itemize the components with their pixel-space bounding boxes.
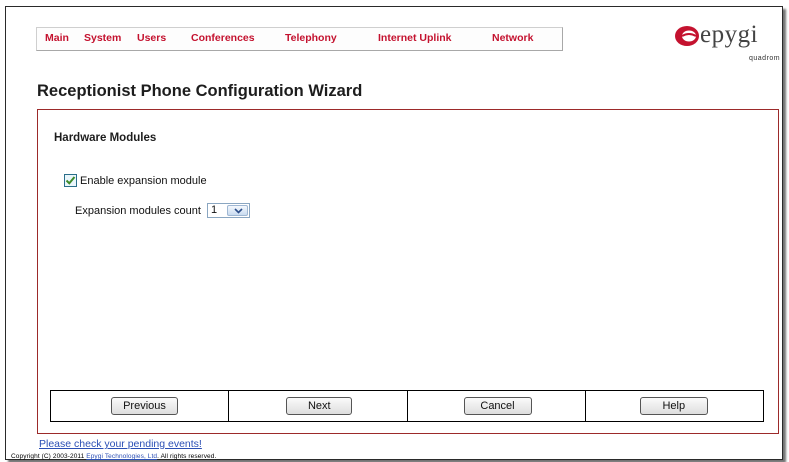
page-title: Receptionist Phone Configuration Wizard [37,82,363,100]
wizard-button-bar: Previous Next Cancel Help [50,390,764,422]
copyright-suffix: . All rights reserved. [157,453,217,460]
nav-item-telephony[interactable]: Telephony [285,32,337,44]
wizard-panel: Hardware Modules Enable expansion module… [37,109,779,434]
enable-expansion-row: Enable expansion module [64,174,207,187]
nav-item-internet-uplink[interactable]: Internet Uplink [378,32,452,44]
chevron-down-icon [234,208,243,214]
checkmark-icon [65,176,76,185]
epygi-link[interactable]: Epygi Technologies, Ltd [86,453,157,460]
cancel-button[interactable]: Cancel [463,397,532,415]
enable-expansion-label: Enable expansion module [80,174,207,187]
next-button[interactable]: Next [286,397,353,415]
nav-item-network[interactable]: Network [492,32,533,44]
dropdown-button[interactable] [226,205,248,216]
button-cell-help: Help [586,391,763,421]
epygi-logo: epygi quadrom [674,21,784,63]
copyright-prefix: Copyright (C) 2003-2011 [11,453,85,460]
logo-word: epygi [700,21,759,48]
nav-item-main[interactable]: Main [45,32,69,44]
button-cell-next: Next [229,391,408,421]
modules-count-row: Expansion modules count 1 [75,203,250,218]
pending-events-link[interactable]: Please check your pending events! [39,438,202,450]
epygi-logo-mark-icon [675,26,699,46]
modules-count-value: 1 [210,204,218,216]
previous-button[interactable]: Previous [111,397,178,415]
button-cell-cancel: Cancel [408,391,586,421]
nav-item-system[interactable]: System [84,32,121,44]
logo-subtitle: quadrom [749,55,781,62]
modules-count-select[interactable]: 1 [206,203,250,218]
nav-item-users[interactable]: Users [137,32,166,44]
nav-item-conferences[interactable]: Conferences [191,32,255,44]
modules-count-label: Expansion modules count [75,204,201,217]
top-nav: Main System Users Conferences Telephony … [36,27,563,51]
button-cell-previous: Previous [51,391,230,421]
enable-expansion-checkbox[interactable] [64,174,77,187]
main-window: Main System Users Conferences Telephony … [5,6,783,460]
copyright-text: Copyright (C) 2003-2011 Epygi Technologi… [11,453,216,460]
help-button[interactable]: Help [639,397,708,415]
section-title: Hardware Modules [54,132,157,144]
